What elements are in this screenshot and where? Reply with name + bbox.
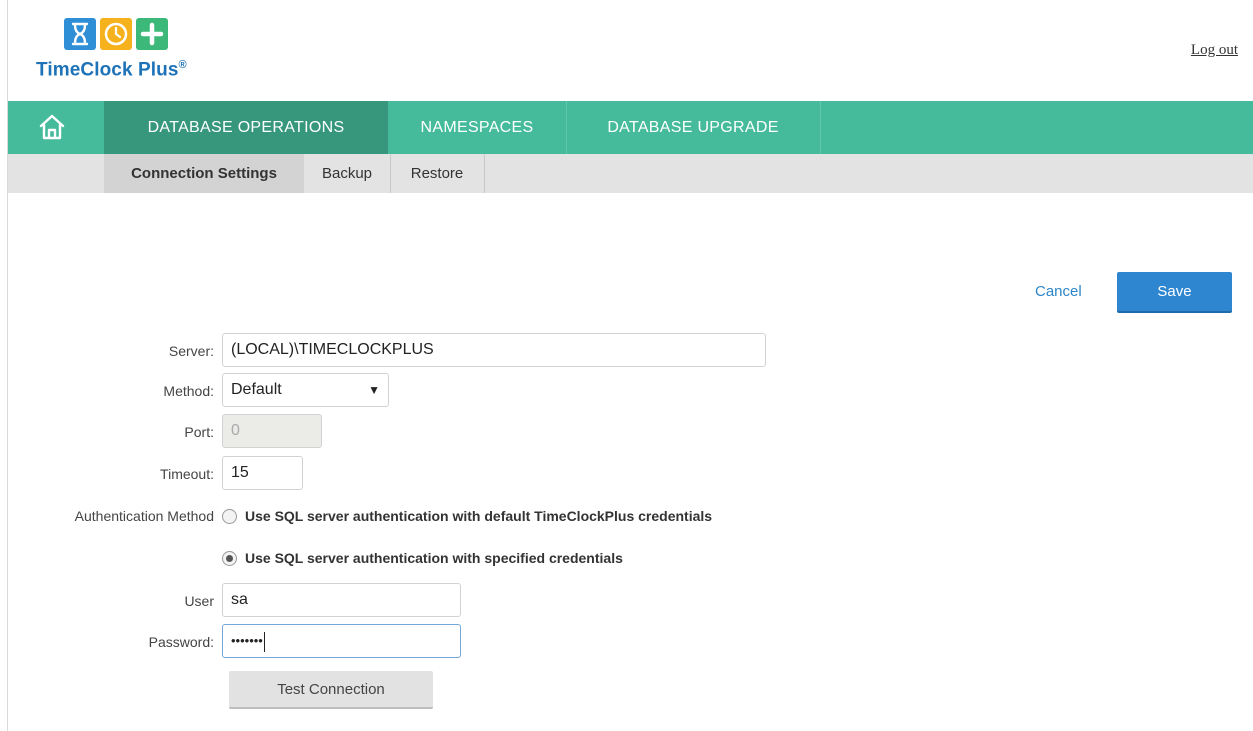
authentication-method-label: Authentication Method — [74, 508, 214, 524]
logo-name: TimeClock Plus — [36, 59, 179, 81]
subtab-connection-settings[interactable]: Connection Settings — [104, 154, 304, 193]
password-input[interactable]: ••••••• — [222, 624, 461, 658]
radio-specified-credentials[interactable] — [222, 550, 237, 566]
text-cursor — [263, 631, 265, 652]
subtab-backup[interactable]: Backup — [304, 154, 390, 193]
test-connection-button[interactable]: Test Connection — [229, 671, 433, 709]
logout-link[interactable]: Log out — [1191, 42, 1238, 59]
timeout-input[interactable]: 15 — [222, 456, 303, 490]
timeout-label: Timeout: — [160, 466, 214, 482]
password-label: Password: — [148, 634, 214, 650]
auth-option-specified[interactable]: Use SQL server authentication with speci… — [222, 550, 623, 567]
user-label: User — [184, 593, 214, 609]
tab-database-operations[interactable]: DATABASE OPERATIONS — [104, 101, 388, 154]
main-nav: DATABASE OPERATIONS NAMESPACES DATABASE … — [8, 101, 1253, 154]
home-button[interactable] — [8, 101, 104, 154]
cancel-button[interactable]: Cancel — [1035, 283, 1082, 300]
auth-option-default-label: Use SQL server authentication with defau… — [245, 508, 713, 524]
method-select[interactable]: Default ▼ — [222, 373, 389, 407]
method-select-value: Default — [231, 381, 282, 398]
port-input: 0 — [222, 414, 322, 448]
plus-icon — [136, 18, 168, 50]
tab-database-upgrade[interactable]: DATABASE UPGRADE — [566, 101, 820, 154]
tab-namespaces[interactable]: NAMESPACES — [388, 101, 566, 154]
sub-nav: Connection Settings Backup Restore — [8, 154, 1253, 193]
dropdown-arrow-icon: ▼ — [368, 383, 380, 397]
server-label: Server: — [168, 343, 214, 359]
auth-option-default[interactable]: Use SQL server authentication with defau… — [222, 508, 712, 525]
registered-mark: ® — [178, 59, 187, 71]
port-label: Port: — [184, 424, 214, 440]
clock-icon — [100, 18, 132, 50]
server-input[interactable]: (LOCAL)\TIMECLOCKPLUS — [222, 333, 766, 367]
hourglass-icon — [64, 18, 96, 50]
auth-option-specified-label: Use SQL server authentication with speci… — [245, 550, 623, 566]
radio-default-credentials[interactable] — [222, 508, 237, 524]
logo-icons — [64, 18, 174, 50]
home-icon — [39, 114, 65, 140]
logo-text: TimeClock Plus® — [36, 59, 187, 81]
method-label: Method: — [163, 383, 214, 399]
subtab-restore[interactable]: Restore — [390, 154, 484, 193]
save-button[interactable]: Save — [1117, 272, 1232, 311]
password-value: ••••••• — [231, 633, 263, 648]
subnav-divider — [484, 154, 485, 193]
nav-divider — [820, 101, 821, 154]
user-input[interactable]: sa — [222, 583, 461, 617]
